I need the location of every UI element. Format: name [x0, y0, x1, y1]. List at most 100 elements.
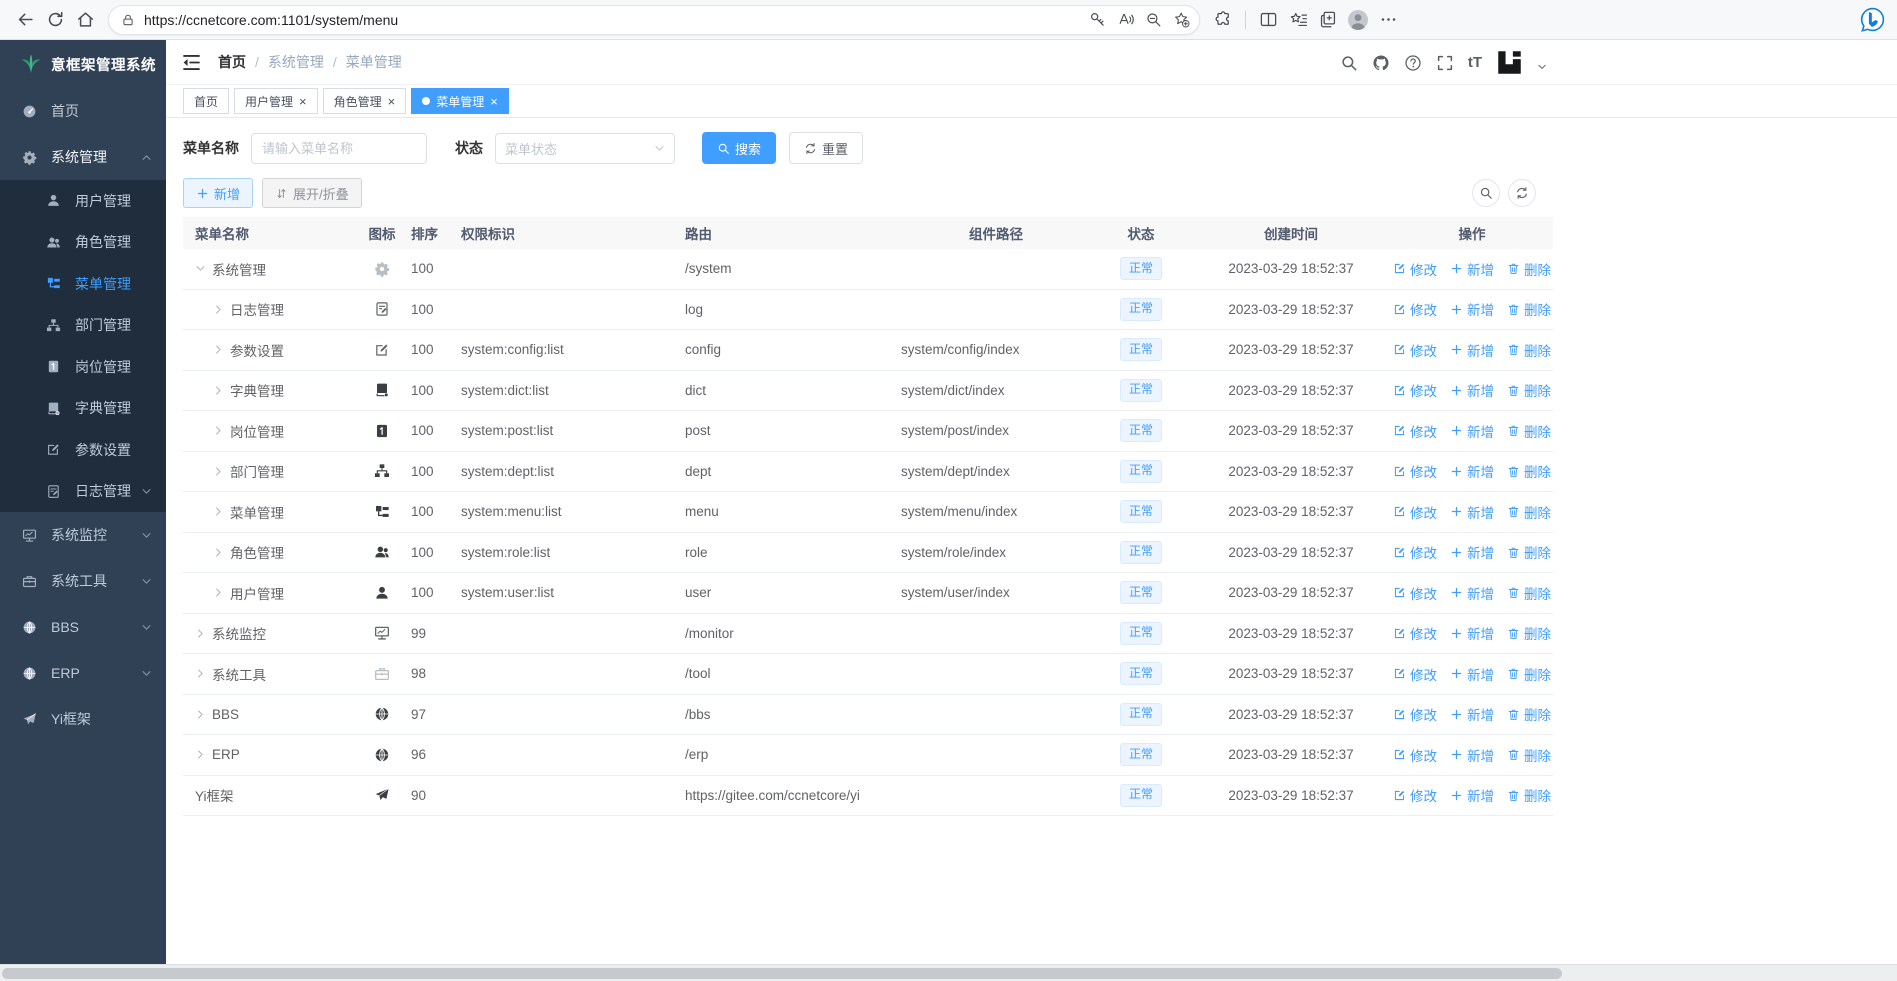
add-link[interactable]: 新增	[1450, 583, 1494, 603]
add-link[interactable]: 新增	[1450, 704, 1494, 724]
sidebar-item-log[interactable]: 日志管理	[0, 471, 166, 513]
delete-link[interactable]: 删除	[1507, 745, 1551, 765]
edit-link[interactable]: 修改	[1393, 421, 1437, 441]
chevron-right-icon[interactable]	[195, 709, 206, 720]
table-row[interactable]: BBS 97/bbs 正常 2023-03-29 18:52:37 修改 新增 删除	[183, 694, 1553, 735]
delete-link[interactable]: 删除	[1507, 704, 1551, 724]
sidebar-item-config[interactable]: 参数设置	[0, 429, 166, 471]
chevron-right-icon[interactable]	[195, 628, 206, 639]
edit-link[interactable]: 修改	[1393, 704, 1437, 724]
help-icon[interactable]	[1404, 54, 1422, 72]
close-icon[interactable]: ×	[490, 95, 498, 108]
zoom-out-button[interactable]	[1139, 6, 1167, 34]
back-button[interactable]	[10, 5, 40, 35]
delete-link[interactable]: 删除	[1507, 380, 1551, 400]
favorites-button[interactable]	[1283, 5, 1313, 35]
breadcrumb-system[interactable]: 系统管理	[268, 52, 324, 72]
search-button[interactable]: 搜索	[702, 132, 777, 164]
delete-link[interactable]: 删除	[1507, 502, 1551, 522]
split-screen-button[interactable]	[1253, 5, 1283, 35]
table-row[interactable]: 系统监控 99/monitor 正常 2023-03-29 18:52:37 修改 新增删…	[183, 613, 1553, 654]
sidebar-item-monitor[interactable]: 系统监控	[0, 512, 166, 558]
delete-link[interactable]: 删除	[1507, 461, 1551, 481]
add-link[interactable]: 新增	[1450, 299, 1494, 319]
edit-link[interactable]: 修改	[1393, 502, 1437, 522]
breadcrumb-menu[interactable]: 菜单管理	[346, 52, 402, 72]
table-refresh-button[interactable]	[1508, 179, 1536, 207]
chevron-right-icon[interactable]	[213, 587, 224, 598]
add-link[interactable]: 新增	[1450, 745, 1494, 765]
add-link[interactable]: 新增	[1450, 461, 1494, 481]
read-aloud-button[interactable]	[1111, 6, 1139, 34]
table-search-button[interactable]	[1472, 179, 1500, 207]
add-link[interactable]: 新增	[1450, 502, 1494, 522]
edit-link[interactable]: 修改	[1393, 299, 1437, 319]
edit-link[interactable]: 修改	[1393, 785, 1437, 805]
scrollbar-thumb[interactable]	[2, 968, 1562, 979]
tab-user[interactable]: 用户管理 ×	[234, 88, 318, 114]
add-link[interactable]: 新增	[1450, 542, 1494, 562]
sidebar-item-post[interactable]: 岗位管理	[0, 346, 166, 388]
expand-collapse-button[interactable]: 展开/折叠	[262, 178, 362, 208]
delete-link[interactable]: 删除	[1507, 299, 1551, 319]
chevron-right-icon[interactable]	[213, 466, 224, 477]
chevron-right-icon[interactable]	[213, 425, 224, 436]
add-link[interactable]: 新增	[1450, 664, 1494, 684]
sidebar-item-dept[interactable]: 部门管理	[0, 305, 166, 347]
github-icon[interactable]	[1372, 54, 1390, 72]
home-button[interactable]	[70, 5, 100, 35]
browser-menu-button[interactable]	[1373, 5, 1403, 35]
chevron-right-icon[interactable]	[195, 749, 206, 760]
delete-link[interactable]: 删除	[1507, 583, 1551, 603]
chevron-right-icon[interactable]	[213, 506, 224, 517]
table-row[interactable]: 字典管理 100 system:dict:list dict system/dict/i…	[183, 370, 1553, 411]
chevron-right-icon[interactable]	[213, 344, 224, 355]
edit-link[interactable]: 修改	[1393, 340, 1437, 360]
breadcrumb-home[interactable]: 首页	[218, 52, 246, 72]
delete-link[interactable]: 删除	[1507, 542, 1551, 562]
reset-button[interactable]: 重置	[789, 132, 864, 164]
tab-menu[interactable]: 菜单管理 ×	[411, 88, 509, 114]
app-logo[interactable]: 意框架管理系统	[0, 40, 166, 88]
search-icon[interactable]	[1340, 54, 1358, 72]
bing-sidebar-button[interactable]	[1857, 5, 1887, 35]
add-link[interactable]: 新增	[1450, 421, 1494, 441]
add-link[interactable]: 新增	[1450, 259, 1494, 279]
sidebar-item-user[interactable]: 用户管理	[0, 180, 166, 222]
table-row[interactable]: 系统管理 100/system 正常 2023-03-29 18:52:37 修改 新增删…	[183, 249, 1553, 290]
edit-link[interactable]: 修改	[1393, 259, 1437, 279]
delete-link[interactable]: 删除	[1507, 259, 1551, 279]
profile-button[interactable]	[1343, 5, 1373, 35]
table-row[interactable]: 角色管理 100 system:role:list role system/role/i…	[183, 532, 1553, 573]
tab-home[interactable]: 首页	[183, 88, 230, 114]
chevron-right-icon[interactable]	[195, 668, 206, 679]
table-row[interactable]: 参数设置 100 system:config:list config system/co…	[183, 330, 1553, 371]
sidebar-item-dict[interactable]: 字典管理	[0, 388, 166, 430]
chevron-right-icon[interactable]	[213, 385, 224, 396]
add-link[interactable]: 新增	[1450, 785, 1494, 805]
table-row[interactable]: 岗位管理 100 system:post:list post system/post/i…	[183, 411, 1553, 452]
user-avatar-logo[interactable]	[1496, 49, 1523, 76]
sidebar-item-erp[interactable]: ERP	[0, 650, 166, 696]
sidebar-item-role[interactable]: 角色管理	[0, 222, 166, 264]
table-row[interactable]: 部门管理 100 system:dept:list dept system/dept/i…	[183, 451, 1553, 492]
delete-link[interactable]: 删除	[1507, 664, 1551, 684]
edit-link[interactable]: 修改	[1393, 542, 1437, 562]
address-bar[interactable]: https://ccnetcore.com:1101/system/menu	[108, 4, 1200, 35]
table-row[interactable]: 系统工具 98/tool 正常 2023-03-29 18:52:37 修改 新增 删除	[183, 654, 1553, 695]
menu-name-input[interactable]	[251, 132, 427, 164]
close-icon[interactable]: ×	[299, 95, 307, 108]
extensions-button[interactable]	[1208, 5, 1238, 35]
edit-link[interactable]: 修改	[1393, 380, 1437, 400]
delete-link[interactable]: 删除	[1507, 785, 1551, 805]
chevron-down-icon[interactable]	[195, 263, 206, 274]
delete-link[interactable]: 删除	[1507, 340, 1551, 360]
collections-button[interactable]	[1313, 5, 1343, 35]
fullscreen-icon[interactable]	[1436, 54, 1454, 72]
add-link[interactable]: 新增	[1450, 340, 1494, 360]
table-row[interactable]: Yi框架 90 https://gitee.com/ccnetcore/yi 正常 20…	[183, 775, 1553, 816]
sidebar-item-home[interactable]: 首页	[0, 88, 166, 134]
favorites-add-button[interactable]	[1167, 6, 1195, 34]
table-row[interactable]: 菜单管理 100 system:menu:list menu system/menu/i…	[183, 492, 1553, 533]
chevron-down-icon[interactable]	[1537, 62, 1547, 72]
